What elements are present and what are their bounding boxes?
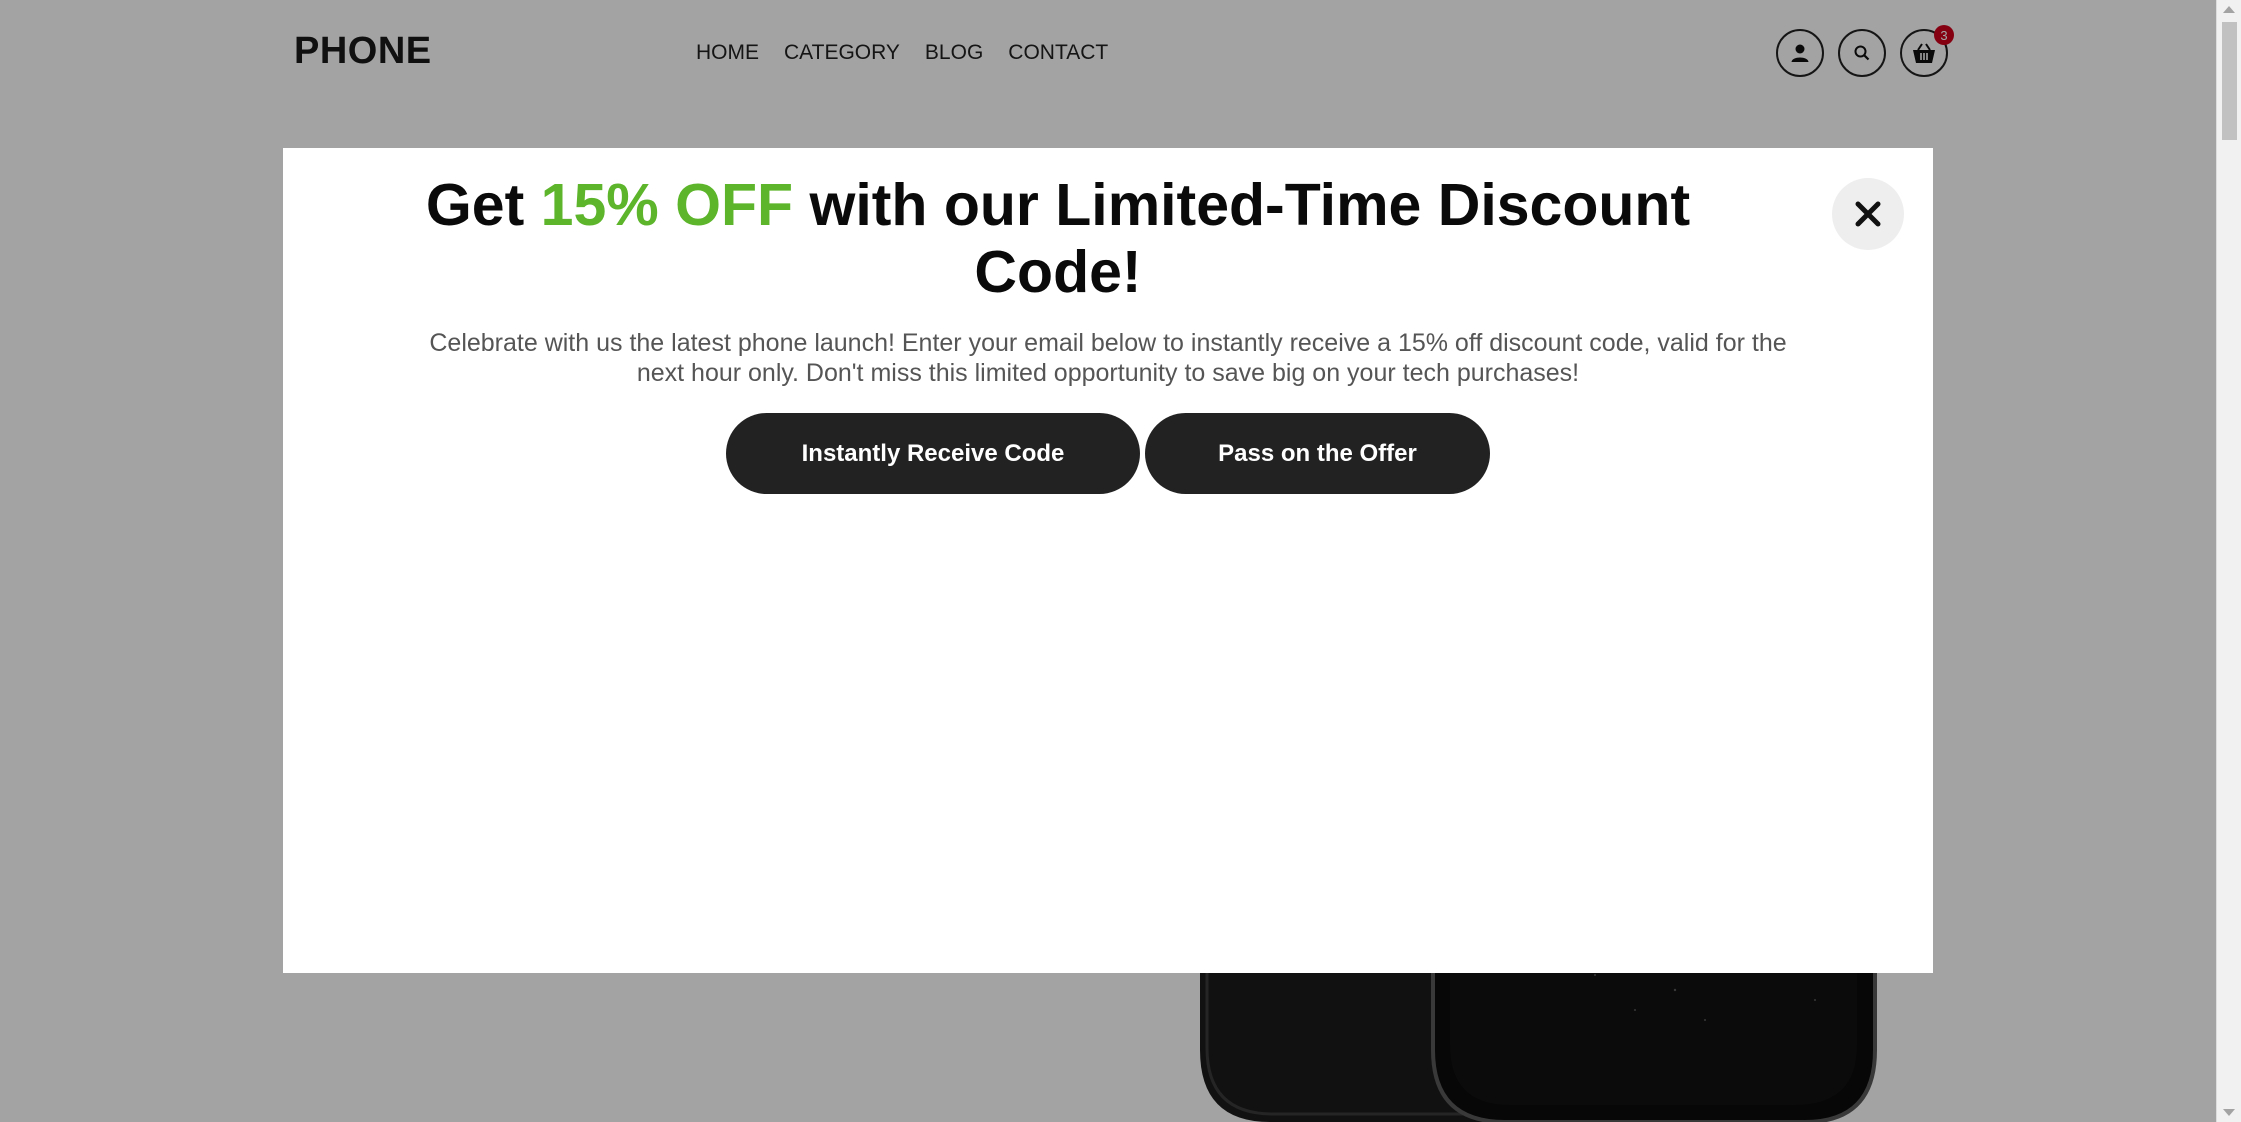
close-button[interactable] [1832, 178, 1904, 250]
discount-modal: Get 15% OFF with our Limited-Time Discou… [283, 148, 1933, 973]
modal-description: Celebrate with us the latest phone launc… [429, 329, 1787, 387]
scroll-down-arrow-icon[interactable] [2223, 1109, 2235, 1116]
headline-suffix: with our Limited-Time Discount Code! [793, 172, 1691, 305]
scroll-up-arrow-icon[interactable] [2223, 6, 2235, 13]
scroll-thumb[interactable] [2222, 22, 2237, 140]
headline-discount: 15% OFF [540, 172, 794, 238]
pass-offer-button[interactable]: Pass on the Offer [1145, 413, 1490, 494]
modal-headline: Get 15% OFF with our Limited-Time Discou… [403, 172, 1713, 306]
headline-prefix: Get [425, 172, 541, 238]
vertical-scrollbar[interactable] [2216, 0, 2241, 1122]
receive-code-button[interactable]: Instantly Receive Code [726, 413, 1140, 494]
close-icon [1855, 201, 1881, 227]
